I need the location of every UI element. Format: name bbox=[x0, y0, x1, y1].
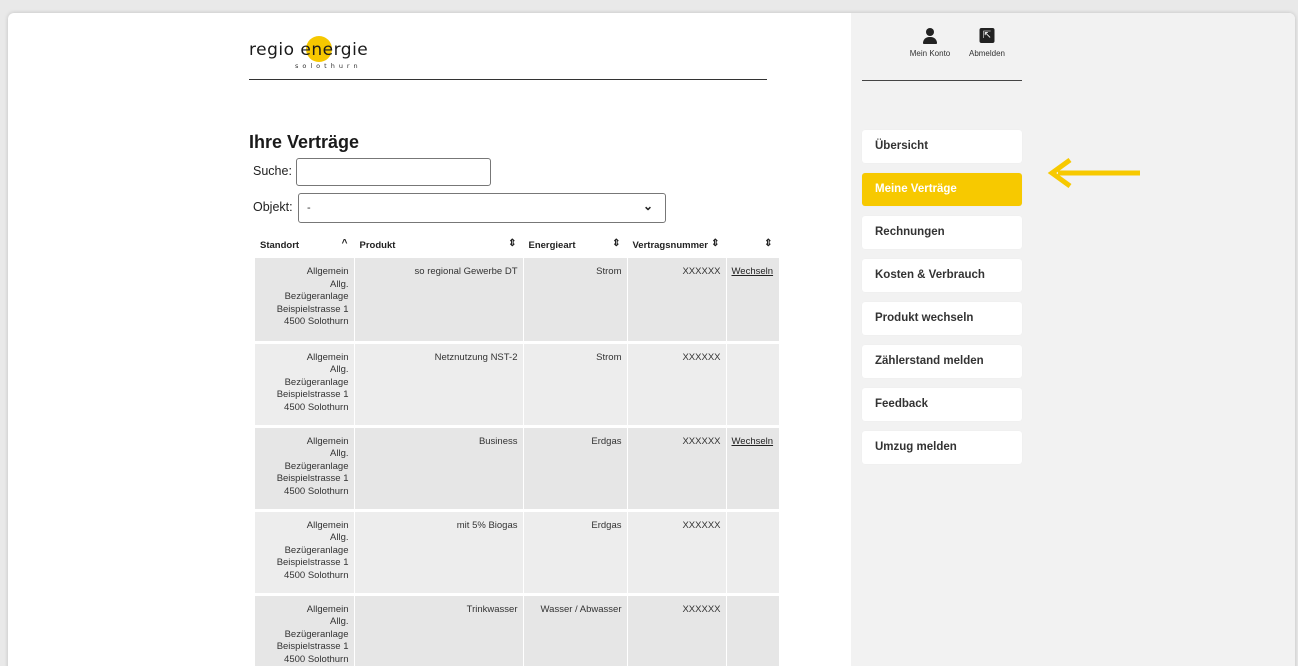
logout-button[interactable]: ⇱ Abmelden bbox=[963, 28, 1011, 62]
cell-produkt: Trinkwasser bbox=[354, 594, 524, 666]
header-divider bbox=[249, 79, 767, 80]
cell-produkt: Netznutzung NST-2 bbox=[354, 342, 524, 428]
nav-item-kosten-verbrauch[interactable]: Kosten & Verbrauch bbox=[862, 259, 1022, 292]
side-panel bbox=[851, 13, 1295, 666]
logout-label: Abmelden bbox=[968, 49, 1006, 58]
contracts-table: Standort ^ Produkt ⇕ Energieart ⇕ Vertragsn… bbox=[255, 232, 780, 666]
header-action[interactable]: ⇕ bbox=[726, 232, 780, 258]
nav-item-meine-vertraege[interactable]: Meine Verträge bbox=[862, 173, 1022, 206]
sort-icon: ⇕ bbox=[711, 238, 720, 249]
sort-asc-icon: ^ bbox=[341, 238, 348, 249]
sort-icon: ⇕ bbox=[764, 238, 773, 249]
highlight-arrow-icon bbox=[1047, 158, 1140, 188]
table-row: Allgemein Allg. Bezügeranlage Beispielstras… bbox=[255, 258, 780, 344]
account-label: Mein Konto bbox=[909, 49, 951, 58]
user-icon bbox=[923, 28, 937, 44]
cell-energieart: Wasser / Abwasser bbox=[523, 594, 628, 666]
header-vertragsnummer[interactable]: Vertragsnummer ⇕ bbox=[627, 232, 727, 258]
cell-produkt: Business bbox=[354, 426, 524, 512]
table-header-row: Standort ^ Produkt ⇕ Energieart ⇕ Vertragsn… bbox=[255, 232, 780, 258]
table-row: Allgemein Allg. Bezügeranlage Beispielstras… bbox=[255, 342, 780, 428]
nav-item-feedback[interactable]: Feedback bbox=[862, 388, 1022, 421]
search-input[interactable] bbox=[296, 158, 491, 186]
cell-vertragsnummer: XXXXXX bbox=[627, 594, 727, 666]
cell-energieart: Strom bbox=[523, 258, 628, 344]
nav-item-uebersicht[interactable]: Übersicht bbox=[862, 130, 1022, 163]
header-energieart[interactable]: Energieart ⇕ bbox=[523, 232, 628, 258]
table-row: Allgemein Allg. Bezügeranlage Beispielstras… bbox=[255, 594, 780, 666]
cell-standort: Allgemein Allg. Bezügeranlage Beispielstras… bbox=[255, 594, 355, 666]
cell-standort: Allgemein Allg. Bezügeranlage Beispielstras… bbox=[255, 426, 355, 512]
side-divider bbox=[862, 80, 1022, 81]
account-button[interactable]: Mein Konto bbox=[903, 28, 957, 62]
cell-vertragsnummer: XXXXXX bbox=[627, 510, 727, 596]
page-title: Ihre Verträge bbox=[249, 132, 360, 152]
chevron-down-icon: ⌄ bbox=[642, 199, 653, 213]
sort-icon: ⇕ bbox=[508, 238, 517, 249]
nav-item-umzug-melden[interactable]: Umzug melden bbox=[862, 431, 1022, 464]
sort-icon: ⇕ bbox=[612, 238, 621, 249]
object-label: Objekt: bbox=[253, 200, 293, 214]
nav-item-produkt-wechseln[interactable]: Produkt wechseln bbox=[862, 302, 1022, 335]
object-select-value: - bbox=[307, 202, 311, 214]
nav-item-zaehlerstand-melden[interactable]: Zählerstand melden bbox=[862, 345, 1022, 378]
cell-produkt: so regional Gewerbe DT bbox=[354, 258, 524, 344]
wechseln-link[interactable]: Wechseln bbox=[726, 426, 780, 512]
nav-item-rechnungen[interactable]: Rechnungen bbox=[862, 216, 1022, 249]
logout-icon: ⇱ bbox=[979, 28, 995, 43]
header-produkt[interactable]: Produkt ⇕ bbox=[354, 232, 524, 258]
logo-subtitle: solothurn bbox=[295, 62, 362, 70]
cell-standort: Allgemein Allg. Bezügeranlage Beispielstras… bbox=[255, 510, 355, 596]
wechseln-link[interactable]: Wechseln bbox=[726, 258, 780, 344]
table-row: Allgemein Allg. Bezügeranlage Beispielstras… bbox=[255, 426, 780, 512]
logo-wordmark: regio energie bbox=[249, 40, 369, 60]
cell-produkt: mit 5% Biogas bbox=[354, 510, 524, 596]
action-cell bbox=[726, 594, 780, 666]
action-cell bbox=[726, 342, 780, 428]
cell-energieart: Strom bbox=[523, 342, 628, 428]
cell-vertragsnummer: XXXXXX bbox=[627, 258, 727, 344]
action-cell bbox=[726, 510, 780, 596]
cell-energieart: Erdgas bbox=[523, 510, 628, 596]
cell-vertragsnummer: XXXXXX bbox=[627, 426, 727, 512]
brand-logo[interactable]: regio energie solothurn bbox=[249, 32, 389, 72]
cell-standort: Allgemein Allg. Bezügeranlage Beispielstras… bbox=[255, 258, 355, 344]
object-select[interactable]: - ⌄ bbox=[298, 193, 666, 223]
search-label: Suche: bbox=[253, 164, 292, 178]
table-row: Allgemein Allg. Bezügeranlage Beispielstras… bbox=[255, 510, 780, 596]
cell-standort: Allgemein Allg. Bezügeranlage Beispielstras… bbox=[255, 342, 355, 428]
cell-vertragsnummer: XXXXXX bbox=[627, 342, 727, 428]
cell-energieart: Erdgas bbox=[523, 426, 628, 512]
header-standort[interactable]: Standort ^ bbox=[255, 232, 355, 258]
